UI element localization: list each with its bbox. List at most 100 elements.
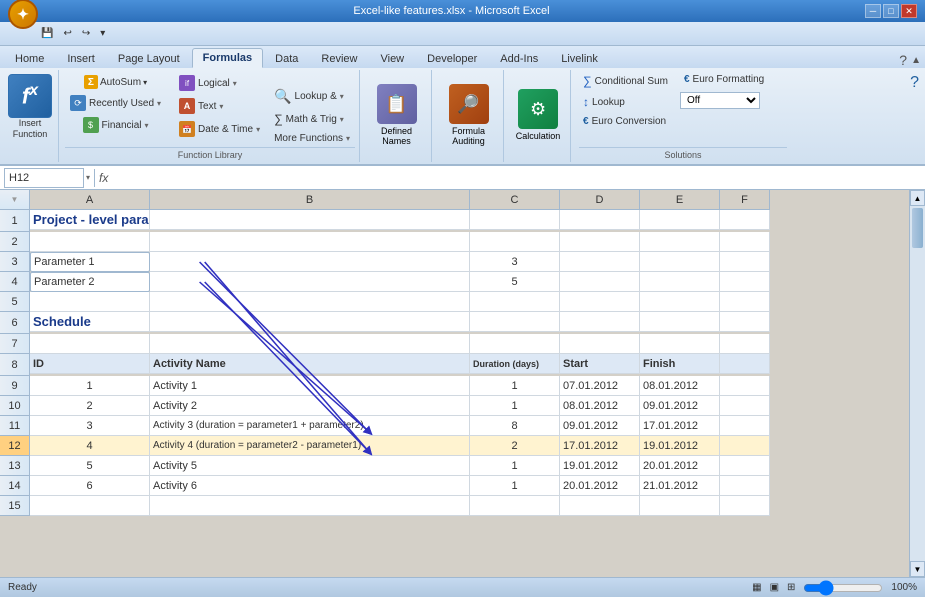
calculation-icon[interactable]: ⚙ [518, 89, 558, 129]
row-header-11[interactable]: 11 [0, 416, 30, 436]
math-trig-button[interactable]: ∑ Math & Trig ▾ [269, 109, 355, 129]
cell-d4[interactable] [560, 272, 640, 292]
cell-b14[interactable]: Activity 6 [150, 476, 470, 496]
help-button[interactable]: ? [899, 52, 907, 68]
office-button[interactable]: ✦ [8, 0, 38, 29]
cell-b7[interactable] [150, 334, 470, 354]
cell-d7[interactable] [560, 334, 640, 354]
cell-c15[interactable] [470, 496, 560, 516]
cell-d6[interactable] [560, 312, 640, 332]
cell-c12[interactable]: 2 [470, 436, 560, 456]
cell-e3[interactable] [640, 252, 720, 272]
name-box[interactable] [4, 168, 84, 188]
lookup-ref-button[interactable]: 🔍 Lookup & ▾ [269, 85, 355, 108]
cell-c6[interactable] [470, 312, 560, 332]
cell-c2[interactable] [470, 232, 560, 252]
cell-f3[interactable] [720, 252, 770, 272]
cell-f11[interactable] [720, 416, 770, 436]
cell-d8[interactable]: Start [560, 354, 640, 374]
euro-conversion-button[interactable]: € Euro Conversion [579, 114, 672, 129]
cell-b6[interactable] [150, 312, 470, 332]
more-functions-button[interactable]: More Functions ▾ [269, 130, 355, 147]
euro-dropdown[interactable]: Off On [680, 92, 760, 109]
help-icon[interactable]: ? [910, 74, 919, 92]
cell-b12[interactable]: Activity 4 (duration = parameter2 - para… [150, 436, 470, 456]
cell-a4[interactable]: Parameter 2 [30, 272, 150, 292]
row-header-5[interactable]: 5 [0, 292, 30, 312]
cell-f5[interactable] [720, 292, 770, 312]
col-header-b[interactable]: B [150, 190, 470, 210]
cell-c9[interactable]: 1 [470, 376, 560, 396]
tab-home[interactable]: Home [4, 49, 55, 68]
cell-f12[interactable] [720, 436, 770, 456]
cell-b5[interactable] [150, 292, 470, 312]
col-header-c[interactable]: C [470, 190, 560, 210]
cell-a2[interactable] [30, 232, 150, 252]
cell-b1[interactable] [150, 210, 470, 230]
cell-f1[interactable] [720, 210, 770, 230]
cell-b2[interactable] [150, 232, 470, 252]
row-header-1[interactable]: 1 [0, 210, 30, 232]
cell-d15[interactable] [560, 496, 640, 516]
cell-a14[interactable]: 6 [30, 476, 150, 496]
view-page-button[interactable]: ⊞ [787, 582, 795, 593]
cell-b11[interactable]: Activity 3 (duration = parameter1 + para… [150, 416, 470, 436]
tab-data[interactable]: Data [264, 49, 309, 68]
cell-d2[interactable] [560, 232, 640, 252]
conditional-sum-button[interactable]: ∑ Conditional Sum [579, 72, 672, 90]
cell-d11[interactable]: 09.01.2012 [560, 416, 640, 436]
cell-b10[interactable]: Activity 2 [150, 396, 470, 416]
cell-c5[interactable] [470, 292, 560, 312]
view-normal-button[interactable]: ▦ [752, 582, 761, 593]
cell-b15[interactable] [150, 496, 470, 516]
cell-e8[interactable]: Finish [640, 354, 720, 374]
name-box-arrow[interactable]: ▾ [86, 173, 90, 182]
cell-e13[interactable]: 20.01.2012 [640, 456, 720, 476]
cell-c13[interactable]: 1 [470, 456, 560, 476]
scroll-up-button[interactable]: ▲ [910, 190, 925, 206]
cell-f9[interactable] [720, 376, 770, 396]
cell-e15[interactable] [640, 496, 720, 516]
cell-b3[interactable] [150, 252, 470, 272]
recently-used-button[interactable]: ⟳ Recently Used ▾ [65, 92, 166, 114]
cell-b8[interactable]: Activity Name [150, 354, 470, 374]
cell-c10[interactable]: 1 [470, 396, 560, 416]
row-header-12[interactable]: 12 [0, 436, 30, 456]
scroll-thumb[interactable] [912, 208, 923, 248]
zoom-slider[interactable] [803, 580, 883, 596]
tab-page-layout[interactable]: Page Layout [107, 49, 191, 68]
cell-d3[interactable] [560, 252, 640, 272]
row-header-8[interactable]: 8 [0, 354, 30, 376]
col-header-e[interactable]: E [640, 190, 720, 210]
cell-e1[interactable] [640, 210, 720, 230]
formula-auditing-icon[interactable]: 🔎 [449, 84, 489, 124]
cell-e12[interactable]: 19.01.2012 [640, 436, 720, 456]
cell-a8[interactable]: ID [30, 354, 150, 374]
euro-formatting-button[interactable]: € Euro Formatting [680, 72, 768, 87]
row-header-4[interactable]: 4 [0, 272, 30, 292]
cell-d14[interactable]: 20.01.2012 [560, 476, 640, 496]
cell-a13[interactable]: 5 [30, 456, 150, 476]
cell-e4[interactable] [640, 272, 720, 292]
autosum-button[interactable]: Σ AutoSum ▾ [79, 72, 152, 92]
cell-e14[interactable]: 21.01.2012 [640, 476, 720, 496]
financial-button[interactable]: $ Financial ▾ [78, 114, 154, 136]
cell-a9[interactable]: 1 [30, 376, 150, 396]
cell-e6[interactable] [640, 312, 720, 332]
cell-e10[interactable]: 09.01.2012 [640, 396, 720, 416]
cell-f15[interactable] [720, 496, 770, 516]
cell-f13[interactable] [720, 456, 770, 476]
cell-e5[interactable] [640, 292, 720, 312]
cell-a1[interactable]: Project - level parameters [30, 210, 150, 230]
text-button[interactable]: A Text ▾ [174, 95, 265, 117]
cell-a7[interactable] [30, 334, 150, 354]
row-header-9[interactable]: 9 [0, 376, 30, 396]
cell-f14[interactable] [720, 476, 770, 496]
close-button[interactable]: ✕ [901, 4, 917, 18]
cell-b4[interactable] [150, 272, 470, 292]
cell-f7[interactable] [720, 334, 770, 354]
cell-e7[interactable] [640, 334, 720, 354]
cell-f10[interactable] [720, 396, 770, 416]
cell-e2[interactable] [640, 232, 720, 252]
row-header-13[interactable]: 13 [0, 456, 30, 476]
